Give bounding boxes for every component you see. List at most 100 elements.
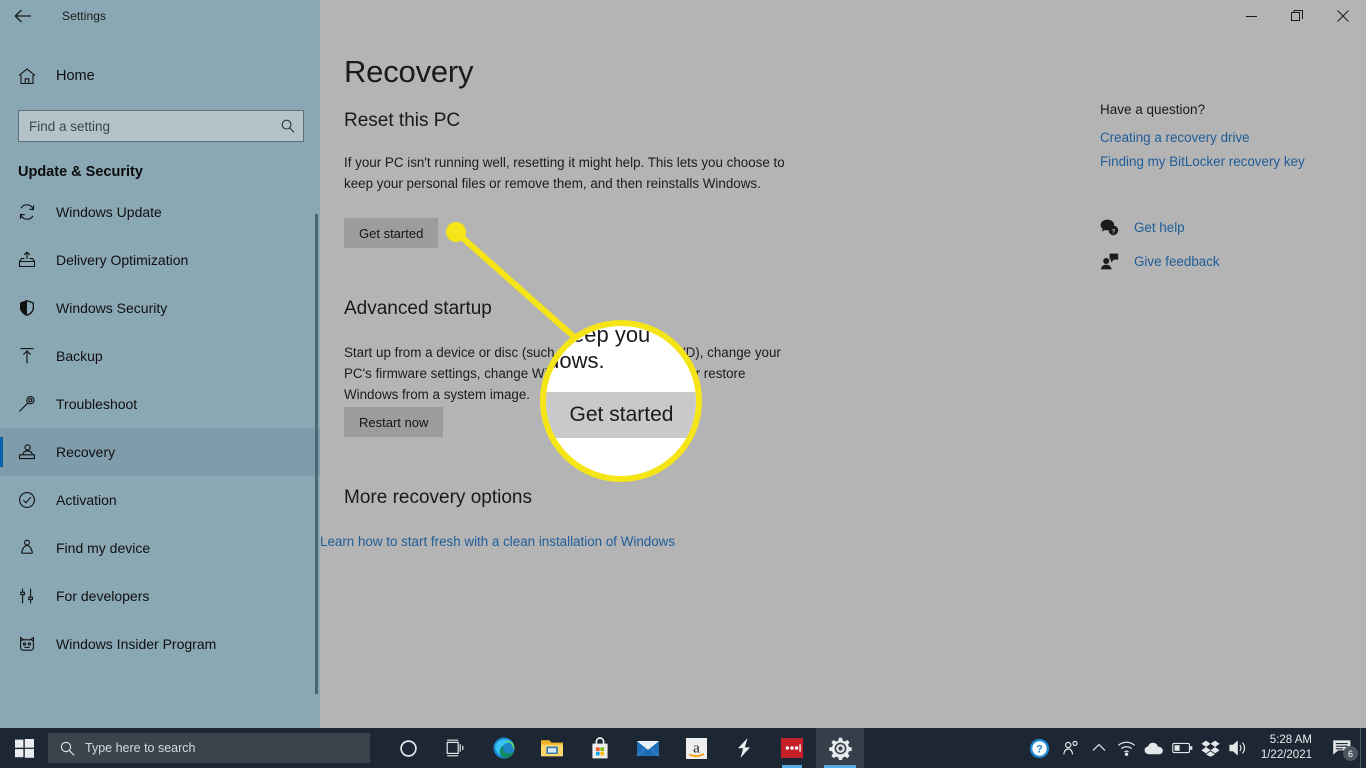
sidebar-scrollbar[interactable]: [315, 214, 318, 694]
clock-time: 5:28 AM: [1269, 734, 1312, 746]
sidebar-item-label: Recovery: [56, 444, 116, 460]
sidebar-item-troubleshoot[interactable]: Troubleshoot: [0, 380, 320, 428]
settings-gear-icon[interactable]: [816, 728, 864, 768]
titlebar: Settings: [0, 0, 1366, 32]
taskbar-search-box[interactable]: Type here to search: [48, 733, 370, 763]
get-help-label: Get help: [1134, 219, 1185, 235]
red-dots-app-icon[interactable]: [768, 728, 816, 768]
show-desktop-button[interactable]: [1360, 728, 1366, 768]
sidebar: Home Update & Security: [0, 32, 320, 728]
refresh-icon: [18, 203, 42, 221]
people-share-icon[interactable]: [1057, 728, 1085, 768]
give-feedback-action[interactable]: Give feedback: [1100, 247, 1360, 275]
sidebar-item-label: Windows Security: [56, 300, 168, 316]
sidebar-section-title: Update & Security: [18, 164, 143, 180]
taskbar-app-icons: a: [384, 728, 864, 768]
page-title: Recovery: [344, 54, 474, 89]
battery-icon[interactable]: [1169, 728, 1197, 768]
settings-search-box[interactable]: [18, 110, 304, 142]
sidebar-item-label: Delivery Optimization: [56, 252, 189, 268]
close-button[interactable]: [1320, 0, 1366, 32]
taskbar: Type here to search a ? 5:28 AM 1/22/202…: [0, 728, 1366, 768]
system-tray: ? 5:28 AM 1/22/2021 6: [1023, 728, 1366, 768]
help-actions: ? Get help Give feedback: [1100, 213, 1360, 275]
maximize-restore-button[interactable]: [1274, 0, 1320, 32]
window-controls: [320, 0, 1366, 32]
sidebar-item-recovery[interactable]: Recovery: [0, 428, 320, 476]
titlebar-left: Settings: [0, 0, 320, 32]
clean-install-link[interactable]: Learn how to start fresh with a clean in…: [320, 534, 675, 549]
sidebar-home-label: Home: [56, 68, 95, 84]
section-heading-reset-this-pc: Reset this PC: [344, 110, 461, 131]
microsoft-edge-icon[interactable]: [480, 728, 528, 768]
magnifier-content: eep you indows. Get started: [546, 326, 696, 476]
file-explorer-icon[interactable]: [528, 728, 576, 768]
svg-text:?: ?: [1111, 228, 1115, 235]
task-view-icon[interactable]: [432, 728, 480, 768]
sidebar-item-delivery-optimization[interactable]: Delivery Optimization: [0, 236, 320, 284]
help-column: Have a question? Creating a recovery dri…: [1100, 102, 1360, 281]
minimize-button[interactable]: [1228, 0, 1274, 32]
magnified-text-line1: eep you: [572, 322, 651, 347]
section-heading-more-recovery-options: More recovery options: [344, 487, 532, 508]
windows-start-icon[interactable]: [0, 728, 48, 768]
magnified-text-line2: indows.: [546, 348, 605, 373]
sidebar-item-backup[interactable]: Backup: [0, 332, 320, 380]
dropbox-icon[interactable]: [1197, 728, 1225, 768]
restart-now-button[interactable]: Restart now: [344, 407, 444, 437]
svg-text:a: a: [693, 740, 700, 756]
mail-icon[interactable]: [624, 728, 672, 768]
search-icon[interactable]: [281, 119, 295, 133]
back-arrow-icon[interactable]: [0, 0, 46, 32]
volume-icon[interactable]: [1225, 728, 1253, 768]
action-center-icon[interactable]: 6: [1324, 728, 1360, 768]
sidebar-item-windows-insider-program[interactable]: Windows Insider Program: [0, 620, 320, 668]
home-icon: [18, 67, 44, 85]
person-pin-icon: [18, 539, 42, 557]
help-chat-icon: ?: [1100, 219, 1130, 236]
sidebar-nav-list: Windows Update Delivery Optimization Win…: [0, 188, 320, 668]
help-question-icon[interactable]: ?: [1023, 728, 1057, 768]
sidebar-item-for-developers[interactable]: For developers: [0, 572, 320, 620]
get-started-button[interactable]: Get started: [344, 218, 439, 248]
sidebar-item-label: Find my device: [56, 540, 151, 556]
help-link-bitlocker-key[interactable]: Finding my BitLocker recovery key: [1100, 154, 1360, 169]
microsoft-store-icon[interactable]: [576, 728, 624, 768]
search-input[interactable]: [19, 118, 303, 134]
magnifier-callout: eep you indows. Get started: [540, 320, 702, 482]
show-hidden-icons-chevron-icon[interactable]: [1085, 728, 1113, 768]
help-link-recovery-drive[interactable]: Creating a recovery drive: [1100, 130, 1360, 145]
sidebar-item-home[interactable]: Home: [0, 56, 320, 96]
wifi-icon[interactable]: [1113, 728, 1141, 768]
sidebar-item-label: Windows Insider Program: [56, 636, 217, 652]
lightning-app-icon[interactable]: [720, 728, 768, 768]
desktop: Settings Home Find a setting Update & Se…: [0, 0, 1366, 768]
amazon-icon[interactable]: a: [672, 728, 720, 768]
recovery-person-icon: [18, 443, 42, 461]
get-help-action[interactable]: ? Get help: [1100, 213, 1360, 241]
notification-count-badge: 6: [1343, 746, 1358, 761]
wrench-icon: [18, 395, 42, 413]
upload-box-icon: [18, 251, 42, 269]
sidebar-item-windows-security[interactable]: Windows Security: [0, 284, 320, 332]
section-heading-advanced-startup: Advanced startup: [344, 298, 492, 319]
insider-cat-icon: [18, 635, 42, 653]
sidebar-item-label: Troubleshoot: [56, 396, 138, 412]
help-title: Have a question?: [1100, 102, 1206, 117]
taskbar-clock[interactable]: 5:28 AM 1/22/2021: [1253, 733, 1324, 763]
magnified-get-started-button[interactable]: Get started: [546, 392, 696, 438]
settings-window: Settings Home Find a setting Update & Se…: [0, 0, 1366, 728]
sidebar-item-find-my-device[interactable]: Find my device: [0, 524, 320, 572]
upload-arrow-icon: [18, 347, 42, 365]
sidebar-item-activation[interactable]: Activation: [0, 476, 320, 524]
sidebar-item-label: For developers: [56, 588, 150, 604]
cortana-icon[interactable]: [384, 728, 432, 768]
feedback-person-icon: [1100, 253, 1130, 270]
taskbar-search-placeholder: Type here to search: [85, 741, 196, 755]
sidebar-item-windows-update[interactable]: Windows Update: [0, 188, 320, 236]
window-title: Settings: [62, 9, 107, 23]
search-icon: [60, 741, 75, 756]
clock-date: 1/22/2021: [1260, 749, 1312, 761]
svg-text:?: ?: [1036, 743, 1043, 755]
onedrive-cloud-icon[interactable]: [1141, 728, 1169, 768]
